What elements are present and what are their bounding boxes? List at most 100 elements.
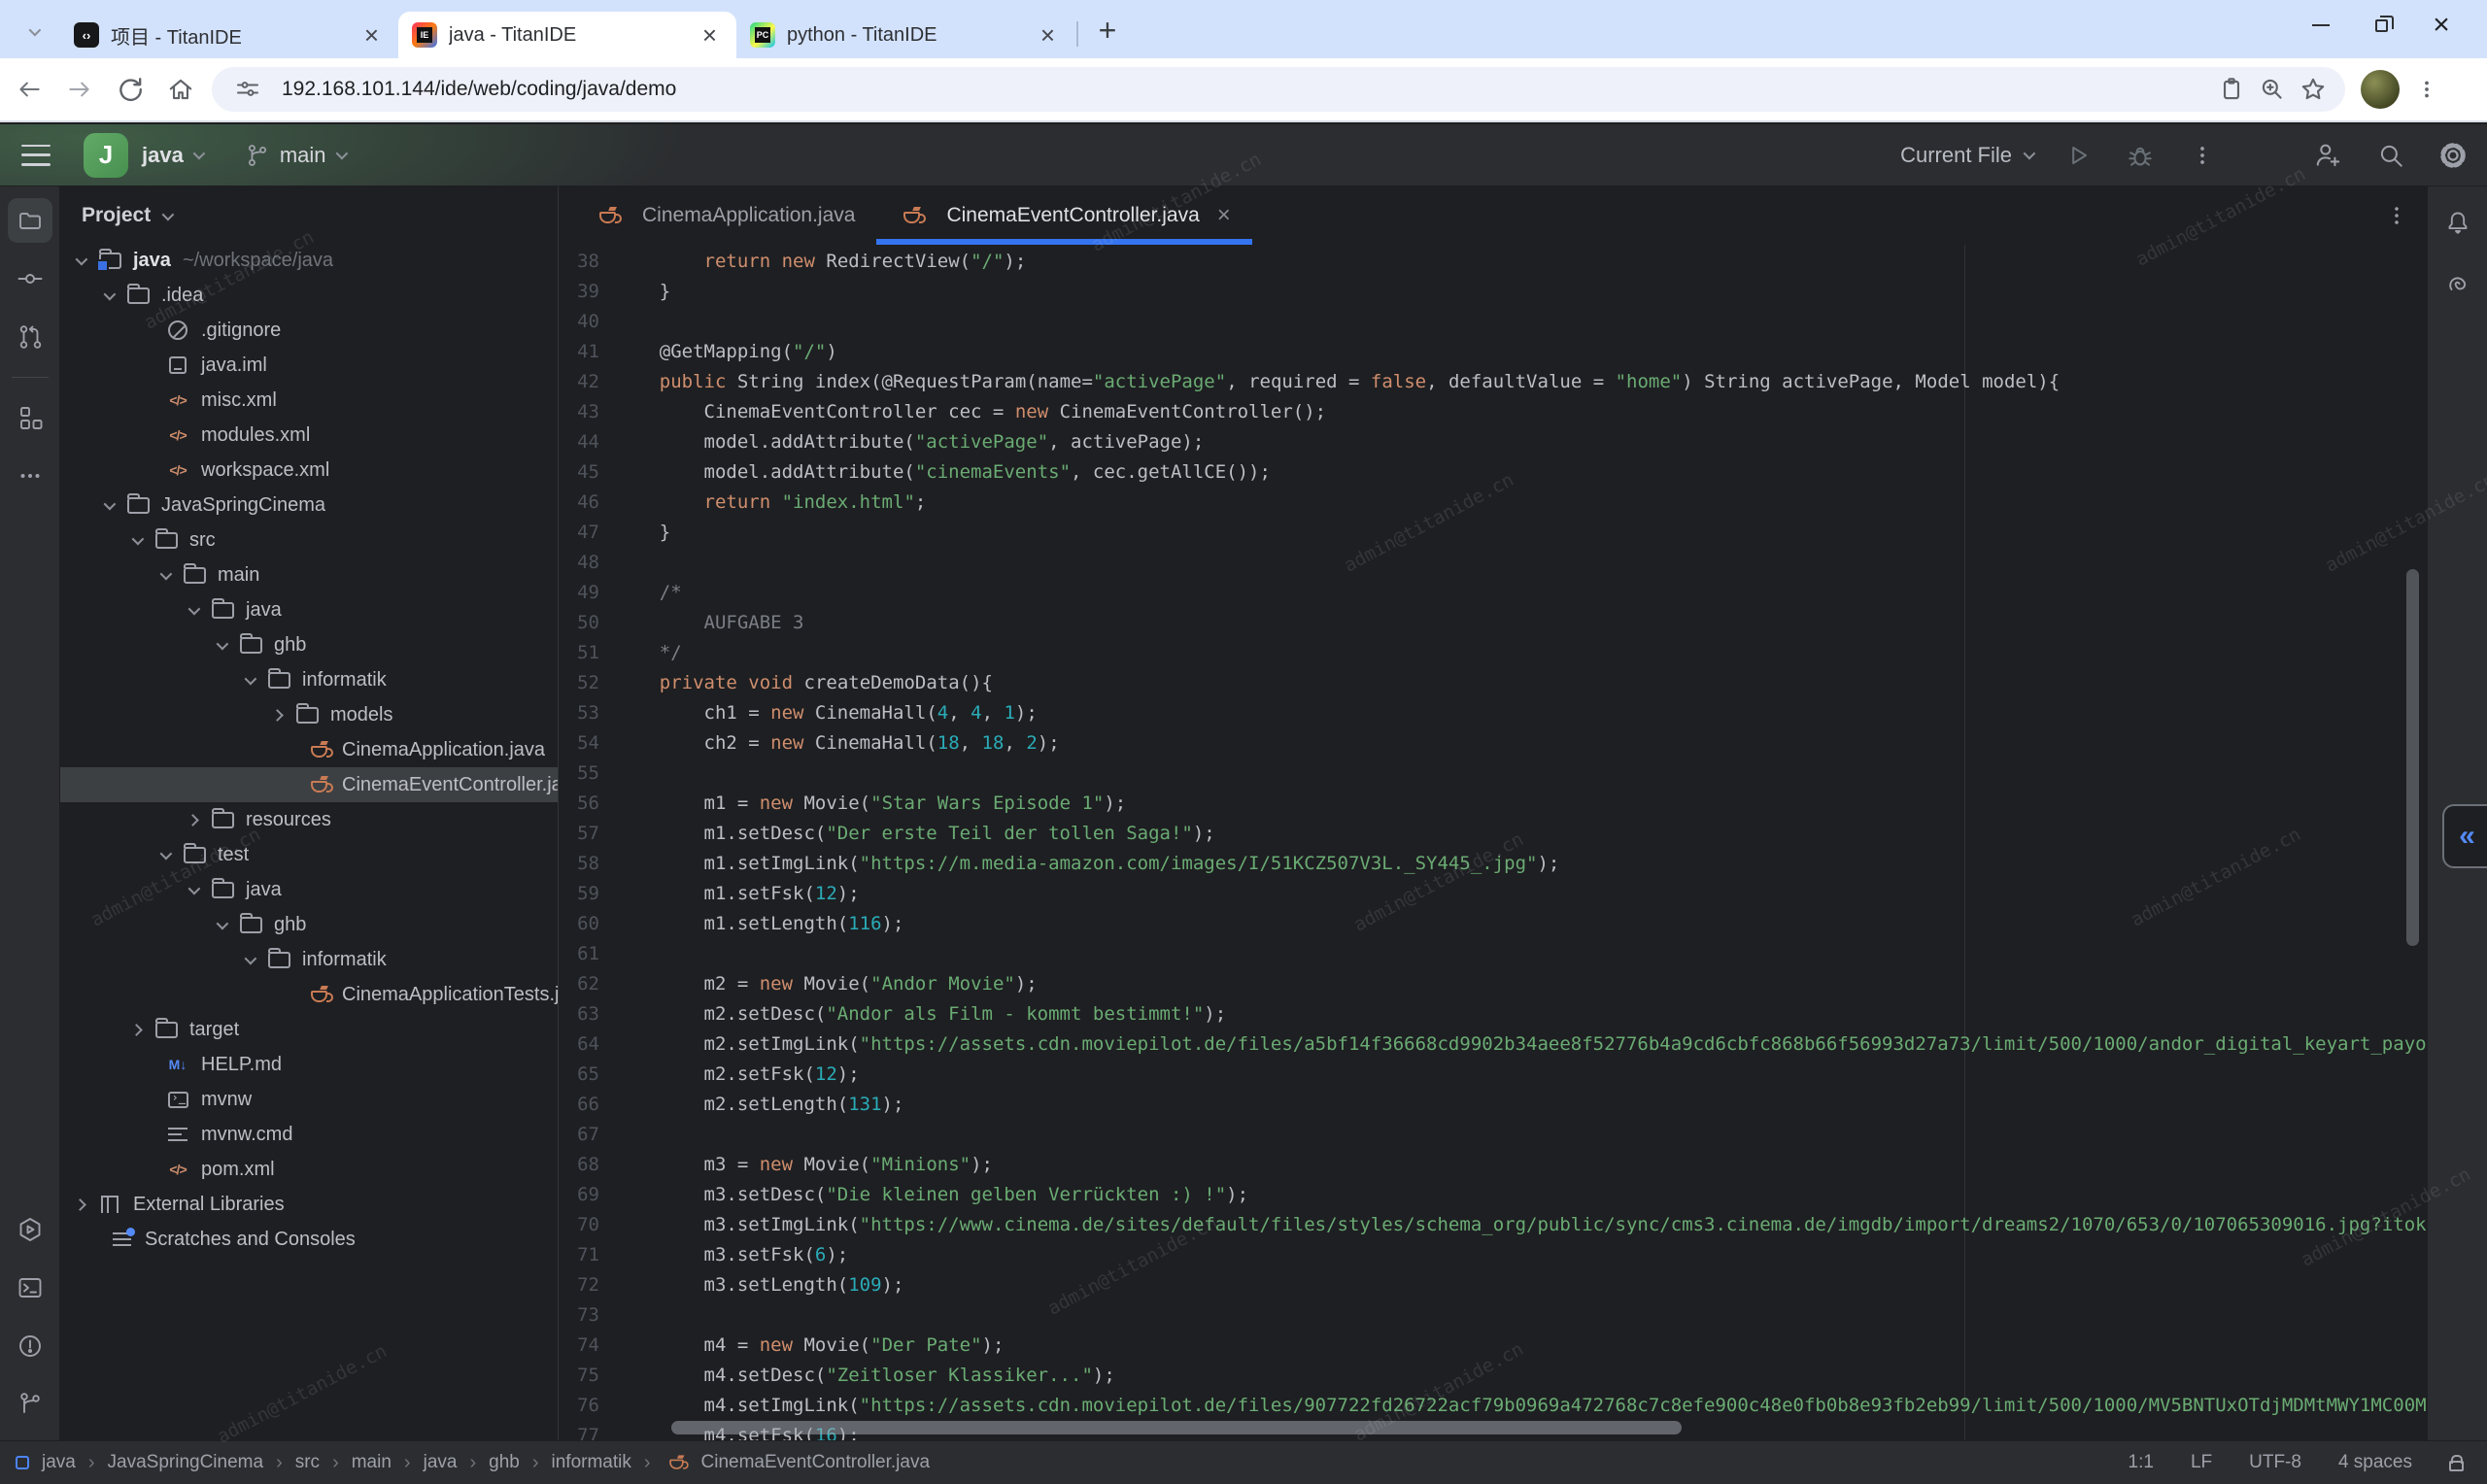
chevron-right-icon[interactable] xyxy=(187,814,199,826)
chevron-right-icon[interactable] xyxy=(74,1198,86,1211)
close-icon[interactable]: × xyxy=(360,22,383,48)
code-line-52[interactable]: 52 private void createDemoData(){ xyxy=(559,668,2427,698)
line-number[interactable]: 61 xyxy=(559,939,615,969)
line-number[interactable]: 65 xyxy=(559,1060,615,1090)
file-encoding[interactable]: UTF-8 xyxy=(2249,1452,2301,1473)
unlocked-icon[interactable] xyxy=(2449,1454,2464,1471)
chevron-right-icon[interactable] xyxy=(130,1024,143,1036)
pull-requests-tool-button[interactable] xyxy=(8,315,52,359)
minimize-button[interactable] xyxy=(2304,9,2337,42)
tree-item-workspace-xml[interactable]: workspace.xml xyxy=(60,453,558,488)
line-number[interactable]: 41 xyxy=(559,337,615,367)
breadcrumb-item[interactable]: src xyxy=(295,1452,320,1473)
code-line-65[interactable]: 65 m2.setFsk(12); xyxy=(559,1060,2427,1090)
code-line-46[interactable]: 46 return "index.html"; xyxy=(559,488,2427,518)
tree-item-misc-xml[interactable]: misc.xml xyxy=(60,383,558,418)
line-number[interactable]: 77 xyxy=(559,1421,615,1440)
chevron-down-icon[interactable] xyxy=(217,637,229,650)
breadcrumb-item[interactable]: ghb xyxy=(489,1452,520,1473)
tree-item-ghb[interactable]: ghb xyxy=(60,627,558,662)
new-tab-button[interactable]: + xyxy=(1090,13,1125,49)
browser-avatar[interactable] xyxy=(2361,70,2400,109)
chevron-down-icon[interactable] xyxy=(160,567,173,580)
branch-widget[interactable]: main xyxy=(245,143,345,168)
code-line-45[interactable]: 45 model.addAttribute("cinemaEvents", ce… xyxy=(559,457,2427,488)
code-line-75[interactable]: 75 m4.setDesc("Zeitloser Klassiker..."); xyxy=(559,1361,2427,1391)
line-number[interactable]: 74 xyxy=(559,1331,615,1361)
code-line-51[interactable]: 51 */ xyxy=(559,638,2427,668)
chevron-down-icon[interactable] xyxy=(217,917,229,929)
caret-position[interactable]: 1:1 xyxy=(2129,1452,2154,1473)
tree-item-javaspringcinema[interactable]: JavaSpringCinema xyxy=(60,488,558,523)
line-number[interactable]: 46 xyxy=(559,488,615,518)
breadcrumb-item[interactable]: java xyxy=(424,1452,458,1473)
code-line-50[interactable]: 50 AUFGABE 3 xyxy=(559,608,2427,638)
line-number[interactable]: 71 xyxy=(559,1240,615,1270)
tree-item-cinemaapplicationtests-java[interactable]: CinemaApplicationTests.java xyxy=(60,977,558,1012)
chevron-right-icon[interactable] xyxy=(271,709,284,722)
forward-button[interactable] xyxy=(58,68,101,111)
code-line-64[interactable]: 64 m2.setImgLink("https://assets.cdn.mov… xyxy=(559,1029,2427,1060)
tree-item-java[interactable]: java~/workspace/java xyxy=(60,243,558,278)
tree-item-java[interactable]: java xyxy=(60,592,558,627)
line-number[interactable]: 72 xyxy=(559,1270,615,1300)
ai-assistant-icon[interactable] xyxy=(2436,262,2480,307)
code-line-68[interactable]: 68 m3 = new Movie("Minions"); xyxy=(559,1150,2427,1180)
tree-item--gitignore[interactable]: .gitignore xyxy=(60,313,558,348)
close-icon[interactable]: × xyxy=(698,22,721,48)
notifications-bell-icon[interactable] xyxy=(2436,200,2480,245)
line-number[interactable]: 49 xyxy=(559,578,615,608)
tree-item-modules-xml[interactable]: modules.xml xyxy=(60,418,558,453)
window-close-button[interactable]: × xyxy=(2425,9,2458,42)
line-number[interactable]: 59 xyxy=(559,879,615,909)
tree-item-mvnw[interactable]: mvnw xyxy=(60,1082,558,1117)
editor-tab-cinema-event-controller[interactable]: CinemaEventController.java × xyxy=(876,186,1251,245)
expand-panel-button[interactable]: « xyxy=(2442,804,2487,868)
line-number[interactable]: 50 xyxy=(559,608,615,638)
site-settings-icon[interactable] xyxy=(227,69,268,110)
tree-item-mvnw-cmd[interactable]: mvnw.cmd xyxy=(60,1117,558,1152)
editor-code[interactable]: 38 return new RedirectView("/");39 }4041… xyxy=(559,245,2427,1440)
code-with-me-icon[interactable] xyxy=(2312,139,2345,172)
more-tools-icon[interactable] xyxy=(8,454,52,498)
code-line-76[interactable]: 76 m4.setImgLink("https://assets.cdn.mov… xyxy=(559,1391,2427,1421)
reload-button[interactable] xyxy=(109,68,152,111)
breadcrumb-item[interactable]: java xyxy=(42,1452,76,1473)
services-tool-button[interactable] xyxy=(8,1207,52,1252)
code-line-49[interactable]: 49 /* xyxy=(559,578,2427,608)
code-line-38[interactable]: 38 return new RedirectView("/"); xyxy=(559,247,2427,277)
editor-tab-cinema-application[interactable]: CinemaApplication.java xyxy=(572,186,876,245)
tree-item-resources[interactable]: resources xyxy=(60,802,558,837)
chevron-down-icon[interactable] xyxy=(160,847,173,860)
line-number[interactable]: 63 xyxy=(559,999,615,1029)
chevron-down-icon[interactable] xyxy=(245,952,257,964)
debug-button[interactable] xyxy=(2124,139,2157,172)
line-number[interactable]: 52 xyxy=(559,668,615,698)
browser-tab-project[interactable]: ‹› 项目 - TitanIDE × xyxy=(60,12,398,58)
close-icon[interactable]: × xyxy=(1037,22,1059,48)
version-control-tool-button[interactable] xyxy=(8,1382,52,1427)
indent-setting[interactable]: 4 spaces xyxy=(2338,1452,2412,1473)
home-button[interactable] xyxy=(159,68,202,111)
code-line-43[interactable]: 43 CinemaEventController cec = new Cinem… xyxy=(559,397,2427,427)
structure-tool-button[interactable] xyxy=(8,395,52,440)
tree-item-java-iml[interactable]: java.iml xyxy=(60,348,558,383)
line-number[interactable]: 47 xyxy=(559,518,615,548)
line-number[interactable]: 69 xyxy=(559,1180,615,1210)
code-line-67[interactable]: 67 xyxy=(559,1120,2427,1150)
restore-button[interactable] xyxy=(2365,9,2398,42)
run-button[interactable] xyxy=(2061,139,2095,172)
tree-item-informatik[interactable]: informatik xyxy=(60,662,558,697)
search-icon[interactable] xyxy=(2374,139,2407,172)
terminal-tool-button[interactable] xyxy=(8,1265,52,1310)
main-menu-icon[interactable] xyxy=(21,145,51,166)
line-number[interactable]: 57 xyxy=(559,819,615,849)
chevron-down-icon[interactable] xyxy=(104,497,117,510)
browser-menu-icon[interactable] xyxy=(2407,68,2446,111)
editor-tab-options-icon[interactable] xyxy=(2384,203,2409,228)
code-line-70[interactable]: 70 m3.setImgLink("https://www.cinema.de/… xyxy=(559,1210,2427,1240)
code-line-60[interactable]: 60 m1.setLength(116); xyxy=(559,909,2427,939)
line-number[interactable]: 54 xyxy=(559,728,615,759)
breadcrumb-item[interactable]: main xyxy=(352,1452,392,1473)
line-number[interactable]: 76 xyxy=(559,1391,615,1421)
